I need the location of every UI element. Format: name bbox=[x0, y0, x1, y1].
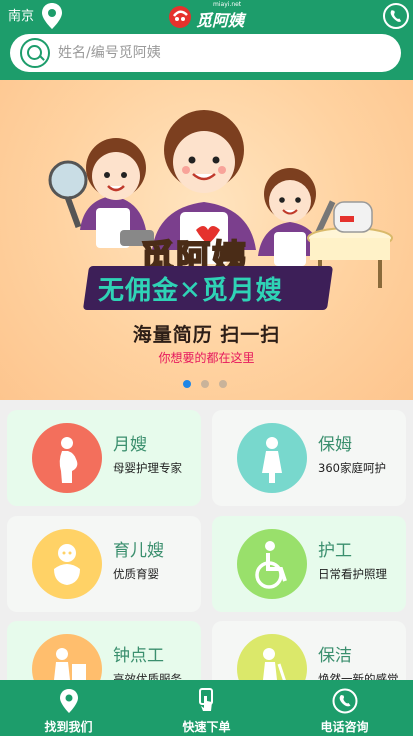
nav-label: 快速下单 bbox=[182, 720, 231, 734]
logo-title: 觅阿姨 bbox=[196, 11, 245, 30]
nav-phone-consult[interactable]: 电话咨询 bbox=[276, 680, 413, 736]
carousel-dots bbox=[183, 380, 233, 390]
carousel-dot-1[interactable] bbox=[183, 380, 191, 388]
app-logo: miayi.net 觅阿姨 bbox=[166, 1, 246, 31]
nanny-icon bbox=[237, 423, 307, 493]
service-title: 保姆 bbox=[318, 435, 352, 455]
carousel-dot-3[interactable] bbox=[219, 380, 227, 388]
carousel-dot-2[interactable] bbox=[201, 380, 209, 388]
service-card-maternity-nurse[interactable]: 月嫂 母婴护理专家 bbox=[7, 410, 201, 506]
pregnant-woman-icon bbox=[32, 423, 102, 493]
phone-icon[interactable] bbox=[383, 3, 409, 29]
banner-slogan: 无佣金✕觅月嫂 bbox=[98, 276, 283, 306]
bottom-navigation: 找到我们 快速下单 电话咨询 bbox=[0, 680, 413, 736]
service-desc: 360家庭呵护 bbox=[318, 461, 386, 475]
tap-order-icon bbox=[199, 688, 213, 711]
service-title: 钟点工 bbox=[113, 646, 164, 666]
banner-tagline: 海量简历 扫一扫 bbox=[132, 324, 281, 346]
service-title: 保洁 bbox=[318, 646, 352, 666]
nav-label: 电话咨询 bbox=[320, 720, 369, 734]
baby-icon bbox=[32, 529, 102, 599]
service-desc: 日常看护照理 bbox=[318, 567, 387, 581]
service-grid: 月嫂 母婴护理专家 保姆 360家庭呵护 育儿嫂 优质育婴 护工 日常看护照理 … bbox=[0, 400, 413, 717]
service-card-childcare[interactable]: 育儿嫂 优质育婴 bbox=[7, 516, 201, 612]
logo-mark-icon bbox=[169, 6, 191, 28]
nav-label: 找到我们 bbox=[44, 720, 93, 734]
search-bar[interactable] bbox=[10, 34, 401, 72]
wheelchair-icon bbox=[237, 529, 307, 599]
location-pin-icon[interactable] bbox=[40, 2, 64, 30]
promo-banner[interactable]: 觅阿姨 无佣金✕觅月嫂 海量简历 扫一扫 你想要的都在这里 bbox=[0, 80, 413, 400]
city-selector[interactable]: 南京 bbox=[8, 8, 34, 26]
service-title: 护工 bbox=[318, 541, 352, 561]
service-card-caregiver[interactable]: 护工 日常看护照理 bbox=[212, 516, 406, 612]
search-input[interactable] bbox=[58, 42, 358, 64]
service-desc: 母婴护理专家 bbox=[113, 461, 182, 475]
banner-subline: 你想要的都在这里 bbox=[158, 351, 255, 365]
nav-find-us[interactable]: 找到我们 bbox=[0, 680, 137, 736]
top-header: 南京 miayi.net 觅阿姨 bbox=[0, 0, 413, 80]
phone-icon bbox=[332, 688, 358, 714]
service-title: 月嫂 bbox=[113, 435, 147, 455]
nav-quick-order[interactable]: 快速下单 bbox=[138, 680, 275, 736]
service-desc: 优质育婴 bbox=[113, 567, 159, 581]
service-title: 育儿嫂 bbox=[113, 541, 164, 561]
location-pin-icon bbox=[60, 689, 78, 713]
app-screen: 南京 miayi.net 觅阿姨 姓名/编号觅阿姨 觅阿姨 无佣金✕觅月嫂 海量… bbox=[0, 0, 413, 736]
search-icon[interactable] bbox=[20, 38, 50, 68]
service-card-nanny[interactable]: 保姆 360家庭呵护 bbox=[212, 410, 406, 506]
